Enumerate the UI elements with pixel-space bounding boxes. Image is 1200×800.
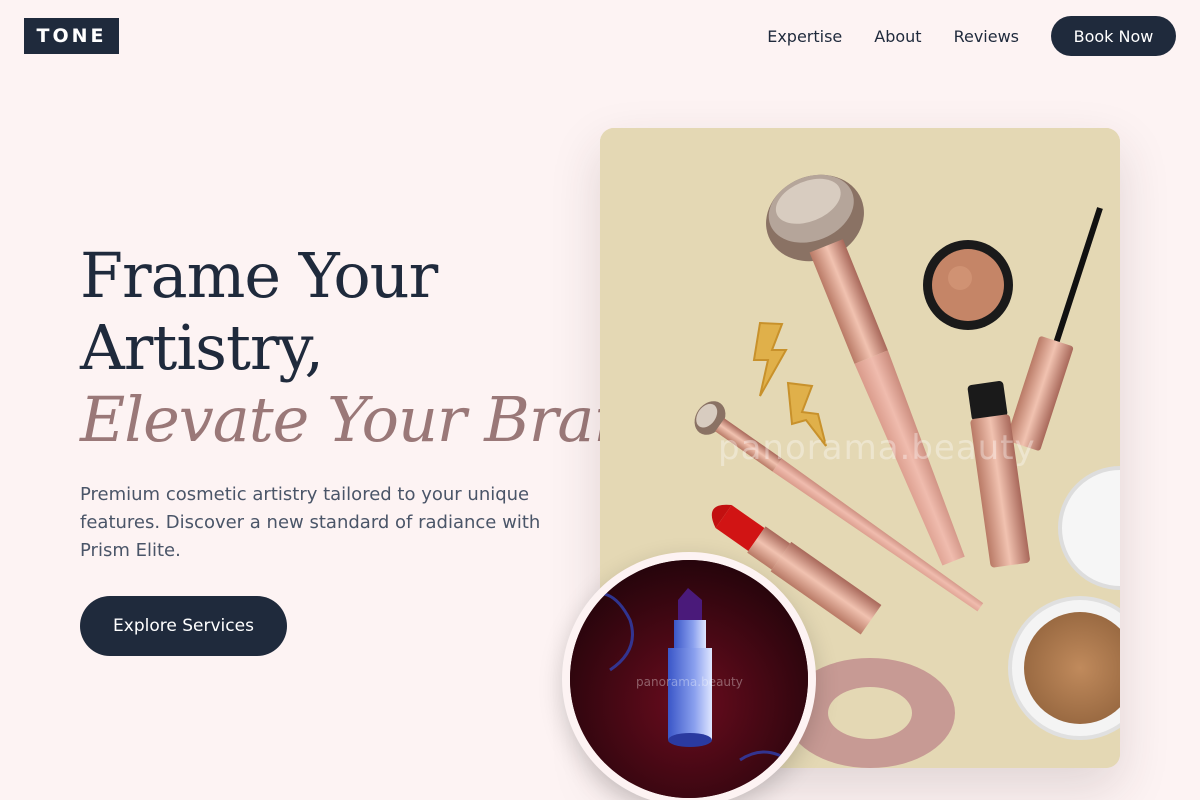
main-nav: Expertise About Reviews Book Now xyxy=(767,16,1176,56)
hero-headline: Frame Your Artistry, Elevate Your Brand. xyxy=(80,239,691,456)
explore-services-button[interactable]: Explore Services xyxy=(80,596,287,656)
headline-accent: Elevate Your Brand. xyxy=(80,383,691,456)
nav-link-reviews[interactable]: Reviews xyxy=(954,27,1019,46)
lipstick-circle-image: panorama.beauty xyxy=(562,552,816,800)
hero-subtext: Premium cosmetic artistry tailored to yo… xyxy=(80,484,541,561)
headline-line-1: Frame Your xyxy=(80,239,438,312)
nav-link-expertise[interactable]: Expertise xyxy=(767,27,842,46)
book-now-button[interactable]: Book Now xyxy=(1051,16,1176,56)
circle-watermark: panorama.beauty xyxy=(636,675,743,689)
concealer-pot xyxy=(923,240,1013,330)
image-watermark: panorama.beauty xyxy=(718,428,1036,468)
brand-logo[interactable]: TONE xyxy=(24,18,119,54)
nav-link-about[interactable]: About xyxy=(874,27,921,46)
headline-line-2: Artistry, xyxy=(80,311,324,384)
